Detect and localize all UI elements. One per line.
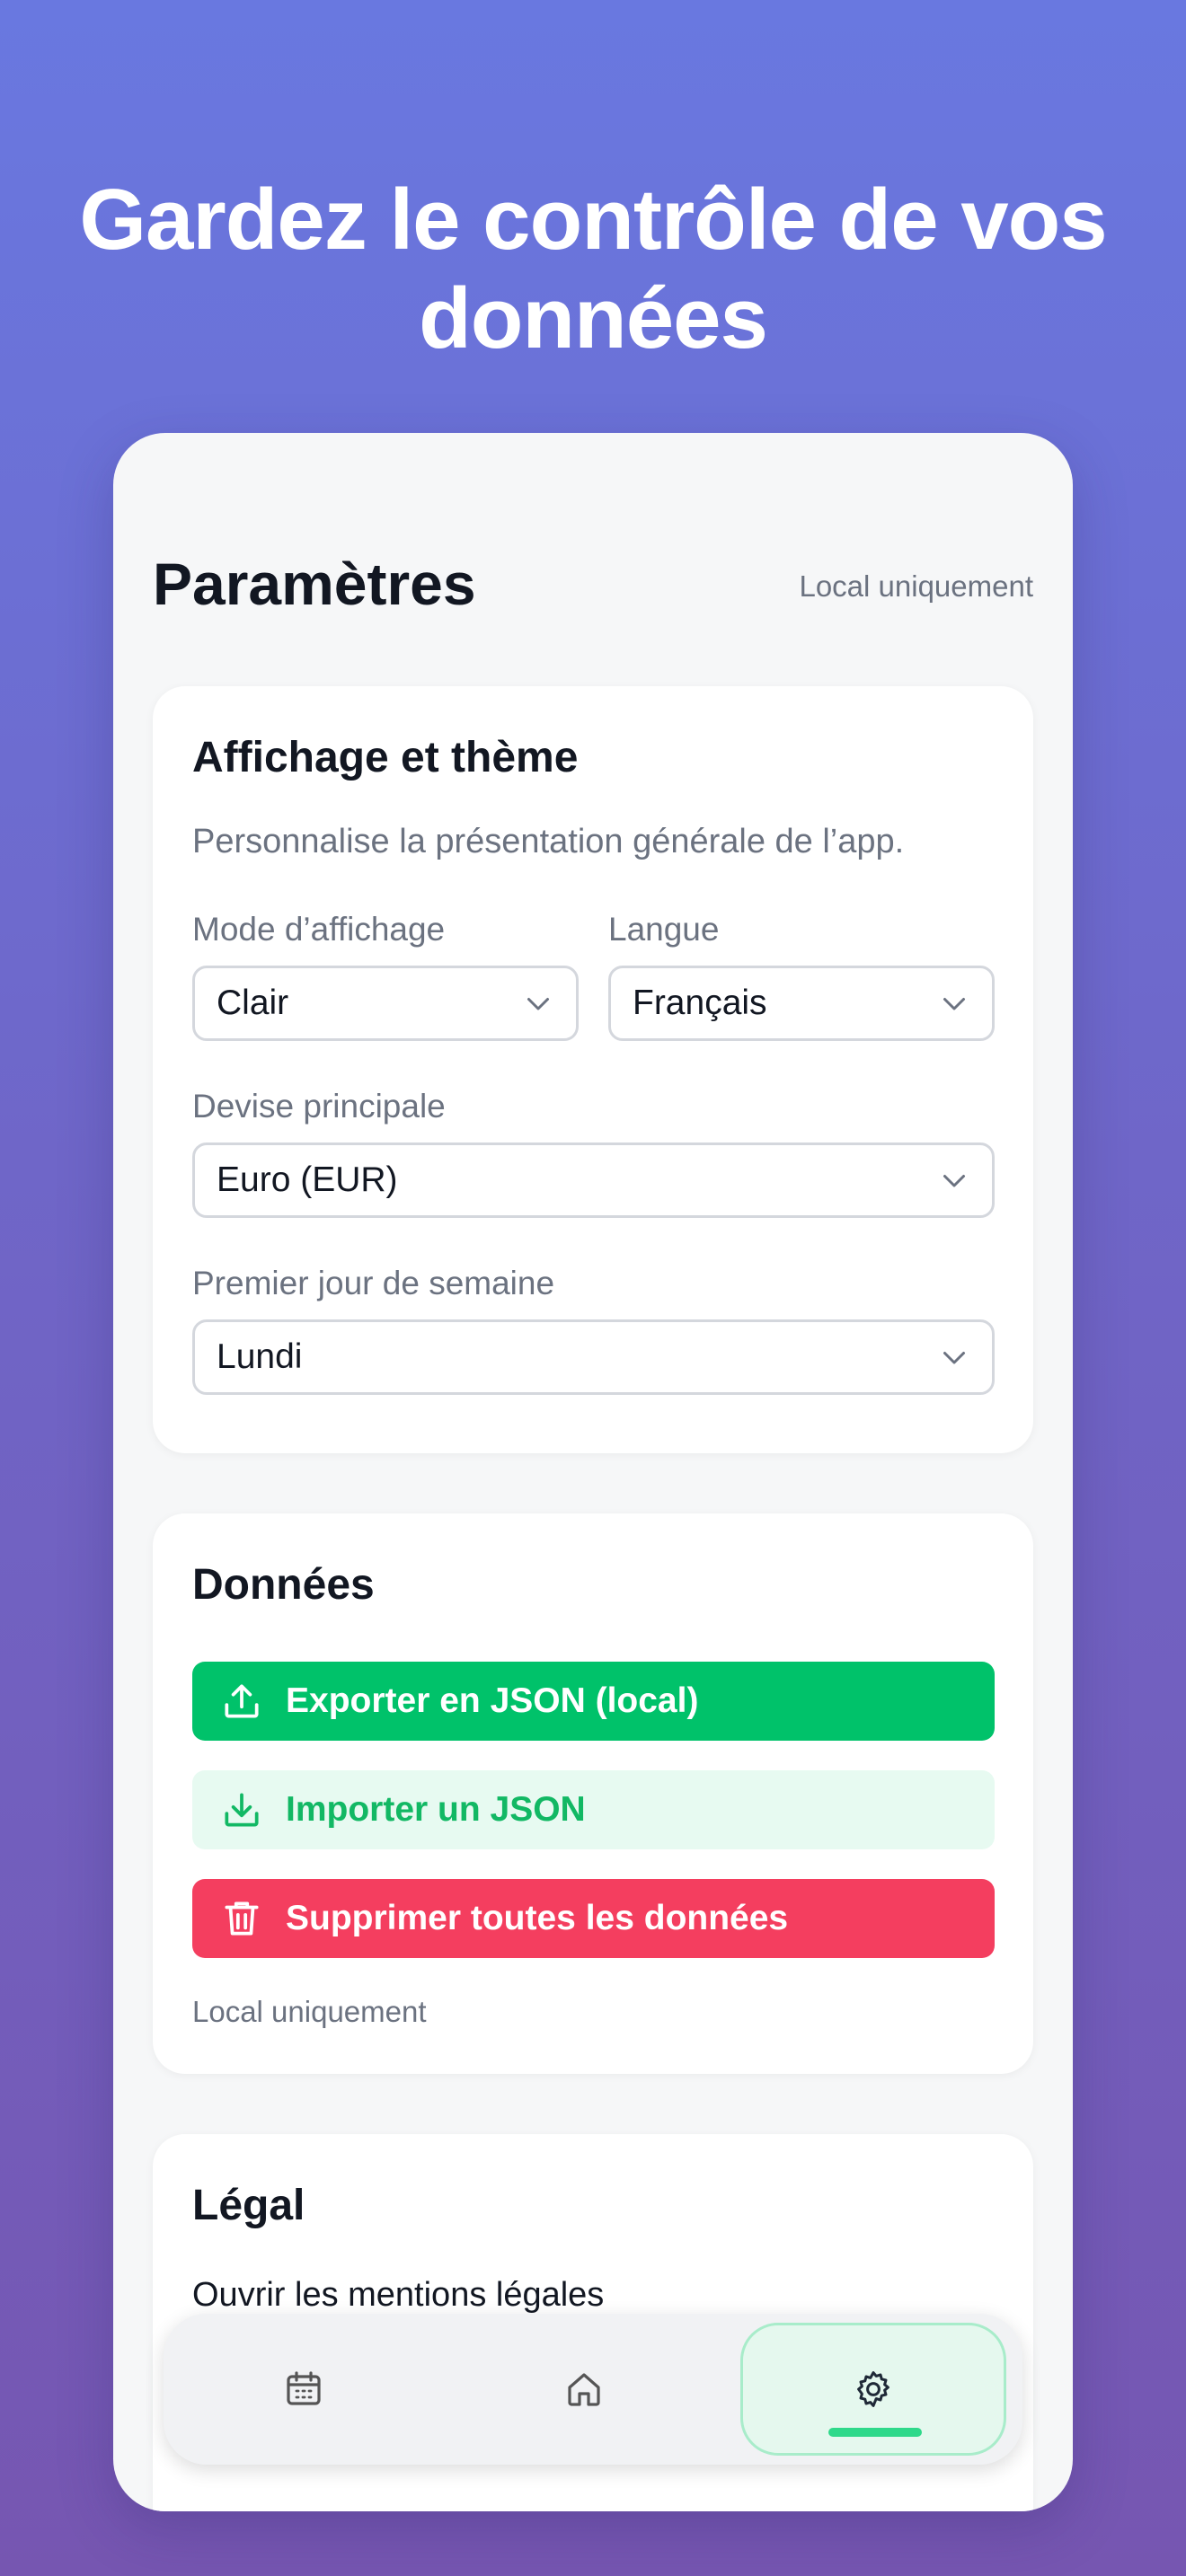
language-label: Langue <box>608 911 720 948</box>
import-json-button[interactable]: Importer un JSON <box>192 1770 995 1849</box>
legal-card-title: Légal <box>192 2182 305 2229</box>
chevron-down-icon <box>527 998 549 1010</box>
display-card-title: Affichage et thème <box>192 734 579 781</box>
data-storage-note: Local uniquement <box>192 1995 427 2028</box>
delete-all-data-label: Supprimer toutes les données <box>286 1899 789 1937</box>
chevron-down-icon <box>943 1352 965 1364</box>
active-tab-indicator <box>828 2428 922 2437</box>
export-json-button[interactable]: Exporter en JSON (local) <box>192 1662 995 1741</box>
first-day-select[interactable]: Lundi <box>192 1319 995 1395</box>
data-settings-card: Données Exporter en JSON (local) Importe… <box>153 1513 1033 2074</box>
currency-value: Euro (EUR) <box>217 1160 398 1199</box>
trash-icon <box>225 1901 259 1936</box>
gear-icon <box>857 2371 890 2407</box>
display-mode-select[interactable]: Clair <box>192 966 579 1041</box>
display-mode-value: Clair <box>217 984 289 1022</box>
tab-calendar[interactable] <box>164 2314 444 2465</box>
language-value: Français <box>633 984 767 1022</box>
app-screen: Paramètres Local uniquement Affichage et… <box>113 433 1073 2511</box>
export-json-label: Exporter en JSON (local) <box>286 1681 699 1720</box>
calendar-icon <box>287 2371 321 2405</box>
first-day-value: Lundi <box>217 1337 303 1376</box>
download-icon <box>225 1793 259 1827</box>
tab-settings[interactable] <box>740 2323 1006 2456</box>
display-mode-label: Mode d’affichage <box>192 911 446 948</box>
storage-mode-label: Local uniquement <box>799 569 1033 603</box>
currency-select[interactable]: Euro (EUR) <box>192 1142 995 1218</box>
chevron-down-icon <box>943 998 965 1010</box>
display-card-description: Personnalise la présentation générale de… <box>192 823 905 860</box>
upload-icon <box>225 1684 259 1718</box>
tab-home[interactable] <box>444 2314 724 2465</box>
currency-label: Devise principale <box>192 1088 446 1125</box>
delete-all-data-button[interactable]: Supprimer toutes les données <box>192 1879 995 1958</box>
language-select[interactable]: Français <box>608 966 995 1041</box>
display-settings-card: Affichage et thème Personnalise la prése… <box>153 686 1033 1453</box>
chevron-down-icon <box>943 1175 965 1187</box>
data-card-title: Données <box>192 1561 375 1609</box>
bottom-tab-bar <box>164 2314 1022 2465</box>
legal-notice-link[interactable]: Ouvrir les mentions légales <box>192 2276 604 2315</box>
page-title: Paramètres <box>153 551 476 617</box>
first-day-label: Premier jour de semaine <box>192 1265 555 1301</box>
home-icon <box>568 2373 600 2406</box>
promo-headline: Gardez le contrôle de vos données <box>79 172 1107 366</box>
import-json-label: Importer un JSON <box>286 1790 586 1829</box>
